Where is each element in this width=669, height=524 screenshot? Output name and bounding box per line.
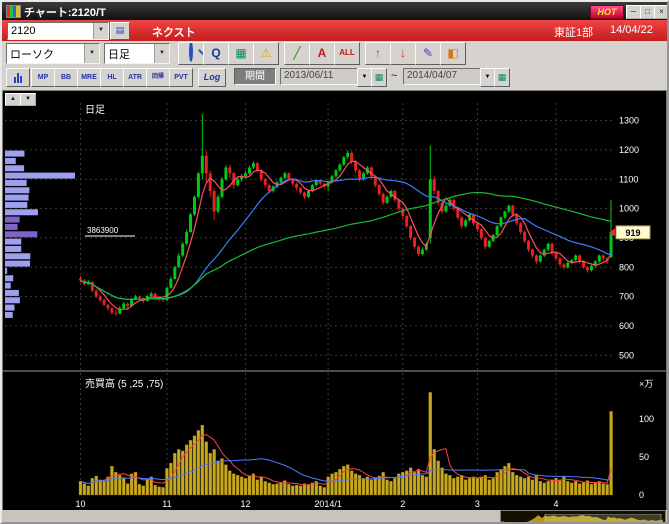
svg-text:11: 11 <box>162 499 171 509</box>
title-bar[interactable]: チャート:2120/T HOT ─ □ × <box>2 2 667 20</box>
navigator-minichart[interactable] <box>501 514 663 524</box>
price-volume-chart[interactable]: 38639005006007008009001000110012001300×万… <box>3 91 666 509</box>
chevron-down-icon[interactable]: ▼ <box>84 44 99 63</box>
chart-navigator[interactable] <box>500 510 666 524</box>
svg-text:0: 0 <box>639 490 644 500</box>
svg-text:×万: ×万 <box>639 379 653 389</box>
candle-pattern-button[interactable] <box>6 68 30 87</box>
svg-text:600: 600 <box>619 321 634 331</box>
calendar-icon[interactable]: ▦ <box>371 68 387 87</box>
volume-ma-lines <box>81 435 612 485</box>
symbol-name: ネクスト <box>152 24 196 40</box>
svg-text:800: 800 <box>619 262 634 272</box>
price-panel-title: 日足 <box>85 101 105 116</box>
trendline-button[interactable]: ╱ <box>284 42 310 65</box>
indicator-mre-button[interactable]: MRE <box>77 68 101 87</box>
symbol-code-combobox[interactable]: 2120 ▼ <box>7 22 109 40</box>
chart-window: チャート:2120/T HOT ─ □ × 2120 ▼ ▤ ネクスト 東証1部… <box>0 0 669 524</box>
symbol-bar: 2120 ▼ ▤ ネクスト 東証1部 14/04/22 <box>2 20 667 41</box>
scroll-down-button[interactable]: ▼ <box>20 93 36 106</box>
indicator-hl-button[interactable]: HL <box>100 68 124 87</box>
period-label: 期間 <box>234 68 276 85</box>
volume-profile: 3863900 <box>5 151 135 318</box>
volume-panel-title: 売買高 (5 ,25 ,75) <box>85 375 163 390</box>
moving-averages <box>81 161 612 309</box>
indicator-toolbar: MP BB MRE HL ATR 回帰 PVT Log 期間 2013/06/1… <box>2 65 667 91</box>
magnifier-icon <box>189 42 193 62</box>
palette-button[interactable]: ◧ <box>440 42 466 65</box>
svg-text:500: 500 <box>619 350 634 360</box>
date-from-field[interactable]: 2013/06/11 <box>280 68 360 85</box>
x-axis: 10 11 12 2014/1 2 3 4 <box>75 499 558 509</box>
svg-text:100: 100 <box>639 414 654 424</box>
svg-text:1000: 1000 <box>619 204 639 214</box>
show-all-button[interactable]: ALL <box>334 42 360 65</box>
indicator-regression-button[interactable]: 回帰 <box>146 68 170 87</box>
maximize-button[interactable]: □ <box>640 5 655 19</box>
svg-text:919: 919 <box>625 228 640 238</box>
text-tool-button[interactable]: A <box>309 42 335 65</box>
hot-button[interactable]: HOT <box>590 5 624 19</box>
svg-text:50: 50 <box>639 452 649 462</box>
arrow-down-button[interactable]: ↓ <box>390 42 416 65</box>
indicator-bb-button[interactable]: BB <box>54 68 78 87</box>
chevron-down-icon[interactable]: ▼ <box>93 23 108 39</box>
market-label: 東証1部 <box>554 24 593 40</box>
date-label: 14/04/22 <box>610 24 653 36</box>
chart-type-combobox[interactable]: ローソク ▼ <box>6 43 100 64</box>
navigator-view-handle[interactable] <box>545 514 661 524</box>
profile-volume-label: 3863900 <box>87 226 119 235</box>
price-marker: 919 <box>609 226 650 239</box>
alert-button[interactable]: ⚠ <box>253 42 279 65</box>
date-to-dropdown[interactable]: ▼ <box>480 68 495 87</box>
zoom-button[interactable] <box>178 42 204 65</box>
timeframe-combobox[interactable]: 日足 ▼ <box>104 43 170 64</box>
close-button[interactable]: × <box>654 5 669 19</box>
arrow-up-button[interactable]: ↑ <box>365 42 391 65</box>
calendar-icon[interactable]: ▦ <box>494 68 510 87</box>
main-toolbar: ローソク ▼ 日足 ▼ Q ▦ ⚠ ╱ A ALL ↑ ↓ ✎ ◧ <box>2 41 667 66</box>
log-scale-button[interactable]: Log <box>198 68 226 87</box>
app-icon <box>6 5 21 18</box>
date-to-field[interactable]: 2014/04/07 <box>403 68 483 85</box>
indicator-atr-button[interactable]: ATR <box>123 68 147 87</box>
chart-type-value: ローソク <box>7 46 84 62</box>
symbol-code-value: 2120 <box>8 25 93 37</box>
bottom-strip <box>2 510 667 522</box>
svg-text:700: 700 <box>619 292 634 302</box>
grid-button[interactable]: ▦ <box>228 42 254 65</box>
svg-text:12: 12 <box>241 499 251 509</box>
svg-text:2: 2 <box>400 499 405 509</box>
svg-text:1300: 1300 <box>619 116 639 126</box>
quote-button[interactable]: Q <box>203 42 229 65</box>
timeframe-value: 日足 <box>105 46 154 62</box>
svg-text:3: 3 <box>475 499 480 509</box>
chevron-down-icon[interactable]: ▼ <box>154 44 169 63</box>
svg-text:10: 10 <box>75 499 85 509</box>
window-title: チャート:2120/T <box>24 4 106 20</box>
svg-text:1100: 1100 <box>619 174 638 184</box>
scroll-up-button[interactable]: ▲ <box>5 93 21 106</box>
svg-text:1200: 1200 <box>619 145 639 155</box>
indicator-pvt-button[interactable]: PVT <box>169 68 193 87</box>
grid-lines <box>5 103 615 495</box>
indicator-mp-button[interactable]: MP <box>31 68 55 87</box>
svg-text:2014/1: 2014/1 <box>314 499 342 509</box>
svg-text:4: 4 <box>554 499 559 509</box>
candles-layer <box>79 114 613 316</box>
symbol-list-button[interactable]: ▤ <box>110 22 130 40</box>
volume-axis: ×万 100 50 0 <box>639 379 654 500</box>
range-tilde: ~ <box>391 70 397 82</box>
pen-button[interactable]: ✎ <box>415 42 441 65</box>
bars-icon <box>14 72 22 83</box>
minimize-button[interactable]: ─ <box>626 5 641 19</box>
chart-area[interactable]: 38639005006007008009001000110012001300×万… <box>2 90 667 512</box>
date-from-dropdown[interactable]: ▼ <box>357 68 372 87</box>
